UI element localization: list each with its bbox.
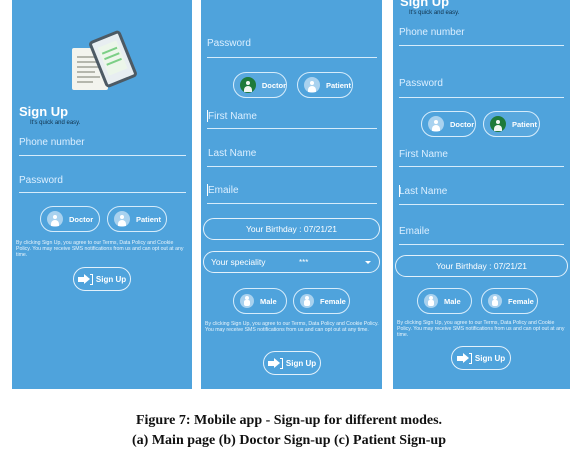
patient-label: Patient bbox=[326, 80, 352, 90]
doctor-label: Doctor bbox=[69, 214, 94, 224]
figure-caption-line1: Figure 7: Mobile app - Sign-up for diffe… bbox=[135, 413, 443, 428]
male-label: Male bbox=[444, 296, 461, 306]
patient-icon bbox=[114, 211, 130, 227]
email-underline bbox=[207, 203, 377, 204]
speciality-value: *** bbox=[299, 258, 309, 267]
text-cursor bbox=[207, 184, 208, 196]
first-name-underline bbox=[399, 166, 564, 167]
page-title: Sign Up bbox=[19, 104, 69, 119]
phone-underline bbox=[399, 45, 564, 46]
female-icon bbox=[300, 294, 314, 308]
doctor-signup-screen: Password Doctor Patient First Name Last … bbox=[201, 0, 382, 389]
male-icon bbox=[424, 294, 438, 308]
email-input[interactable]: Emaile bbox=[208, 185, 239, 196]
last-name-input[interactable]: Last Name bbox=[208, 148, 256, 159]
password-underline bbox=[207, 57, 377, 58]
last-name-underline bbox=[207, 166, 377, 167]
doctor-icon bbox=[47, 211, 63, 227]
patient-label: Patient bbox=[136, 214, 162, 224]
terms-text: By clicking Sign Up, you agree to our Te… bbox=[397, 320, 565, 339]
figure-caption-line2: (a) Main page (b) Doctor Sign-up (c) Pat… bbox=[132, 433, 446, 448]
chevron-down-icon bbox=[365, 261, 371, 264]
female-icon bbox=[488, 294, 502, 308]
phone-underline bbox=[19, 155, 186, 156]
signup-label: Sign Up bbox=[285, 358, 317, 368]
terms-text: By clicking Sign Up, you agree to our Te… bbox=[16, 240, 184, 259]
male-icon bbox=[240, 294, 254, 308]
signup-button[interactable]: Sign Up bbox=[451, 346, 511, 370]
doctor-toggle[interactable]: Doctor bbox=[421, 111, 476, 137]
signup-label: Sign Up bbox=[474, 353, 506, 363]
terms-text: By clicking Sign Up, you agree to our Te… bbox=[205, 321, 379, 334]
page-title: Sign Up bbox=[400, 0, 450, 9]
doctor-label: Doctor bbox=[261, 80, 286, 90]
female-toggle[interactable]: Female bbox=[293, 288, 350, 314]
phone-number-input[interactable]: Phone number bbox=[399, 27, 465, 38]
doctor-toggle[interactable]: Doctor bbox=[233, 72, 287, 98]
main-page-screen: Sign Up It's quick and easy. Phone numbe… bbox=[12, 0, 192, 389]
sign-in-arrow-icon bbox=[77, 273, 93, 285]
doctor-icon bbox=[428, 116, 444, 132]
signup-illustration bbox=[60, 28, 150, 98]
sign-in-arrow-icon bbox=[267, 357, 283, 369]
password-underline bbox=[19, 192, 186, 193]
email-underline bbox=[399, 244, 564, 245]
patient-icon bbox=[490, 116, 506, 132]
birthday-picker[interactable]: Your Birthday : 07/21/21 bbox=[395, 255, 568, 277]
male-toggle[interactable]: Male bbox=[417, 288, 472, 314]
first-name-input[interactable]: First Name bbox=[399, 149, 448, 160]
female-label: Female bbox=[508, 296, 534, 306]
doctor-toggle[interactable]: Doctor bbox=[40, 206, 100, 232]
text-cursor bbox=[207, 110, 208, 122]
female-toggle[interactable]: Female bbox=[481, 288, 538, 314]
password-input[interactable]: Password bbox=[19, 175, 63, 186]
email-input[interactable]: Emaile bbox=[399, 226, 430, 237]
page-subtitle: It's quick and easy. bbox=[409, 10, 460, 16]
password-input[interactable]: Password bbox=[207, 38, 251, 49]
male-label: Male bbox=[260, 296, 277, 306]
patient-signup-screen: Sign Up It's quick and easy. Phone numbe… bbox=[393, 0, 570, 389]
last-name-underline bbox=[399, 204, 564, 205]
speciality-dropdown[interactable]: Your speciality *** bbox=[203, 251, 380, 273]
patient-toggle[interactable]: Patient bbox=[483, 111, 540, 137]
male-toggle[interactable]: Male bbox=[233, 288, 287, 314]
signup-button[interactable]: Sign Up bbox=[263, 351, 321, 375]
doctor-icon bbox=[240, 77, 256, 93]
first-name-input[interactable]: First Name bbox=[208, 111, 257, 122]
page-subtitle: It's quick and easy. bbox=[30, 120, 81, 126]
speciality-label: Your speciality bbox=[211, 257, 266, 267]
female-label: Female bbox=[320, 296, 346, 306]
patient-toggle[interactable]: Patient bbox=[107, 206, 167, 232]
text-cursor bbox=[399, 185, 400, 197]
sign-in-arrow-icon bbox=[456, 352, 472, 364]
signup-button[interactable]: Sign Up bbox=[73, 267, 131, 291]
birthday-picker[interactable]: Your Birthday : 07/21/21 bbox=[203, 218, 380, 240]
patient-label: Patient bbox=[512, 119, 538, 129]
patient-toggle[interactable]: Patient bbox=[297, 72, 353, 98]
phone-number-input[interactable]: Phone number bbox=[19, 137, 85, 148]
password-input[interactable]: Password bbox=[399, 78, 443, 89]
last-name-input[interactable]: Last Name bbox=[399, 186, 447, 197]
patient-icon bbox=[304, 77, 320, 93]
first-name-underline bbox=[207, 128, 377, 129]
doctor-label: Doctor bbox=[450, 119, 475, 129]
signup-label: Sign Up bbox=[95, 274, 127, 284]
password-underline bbox=[399, 97, 564, 98]
